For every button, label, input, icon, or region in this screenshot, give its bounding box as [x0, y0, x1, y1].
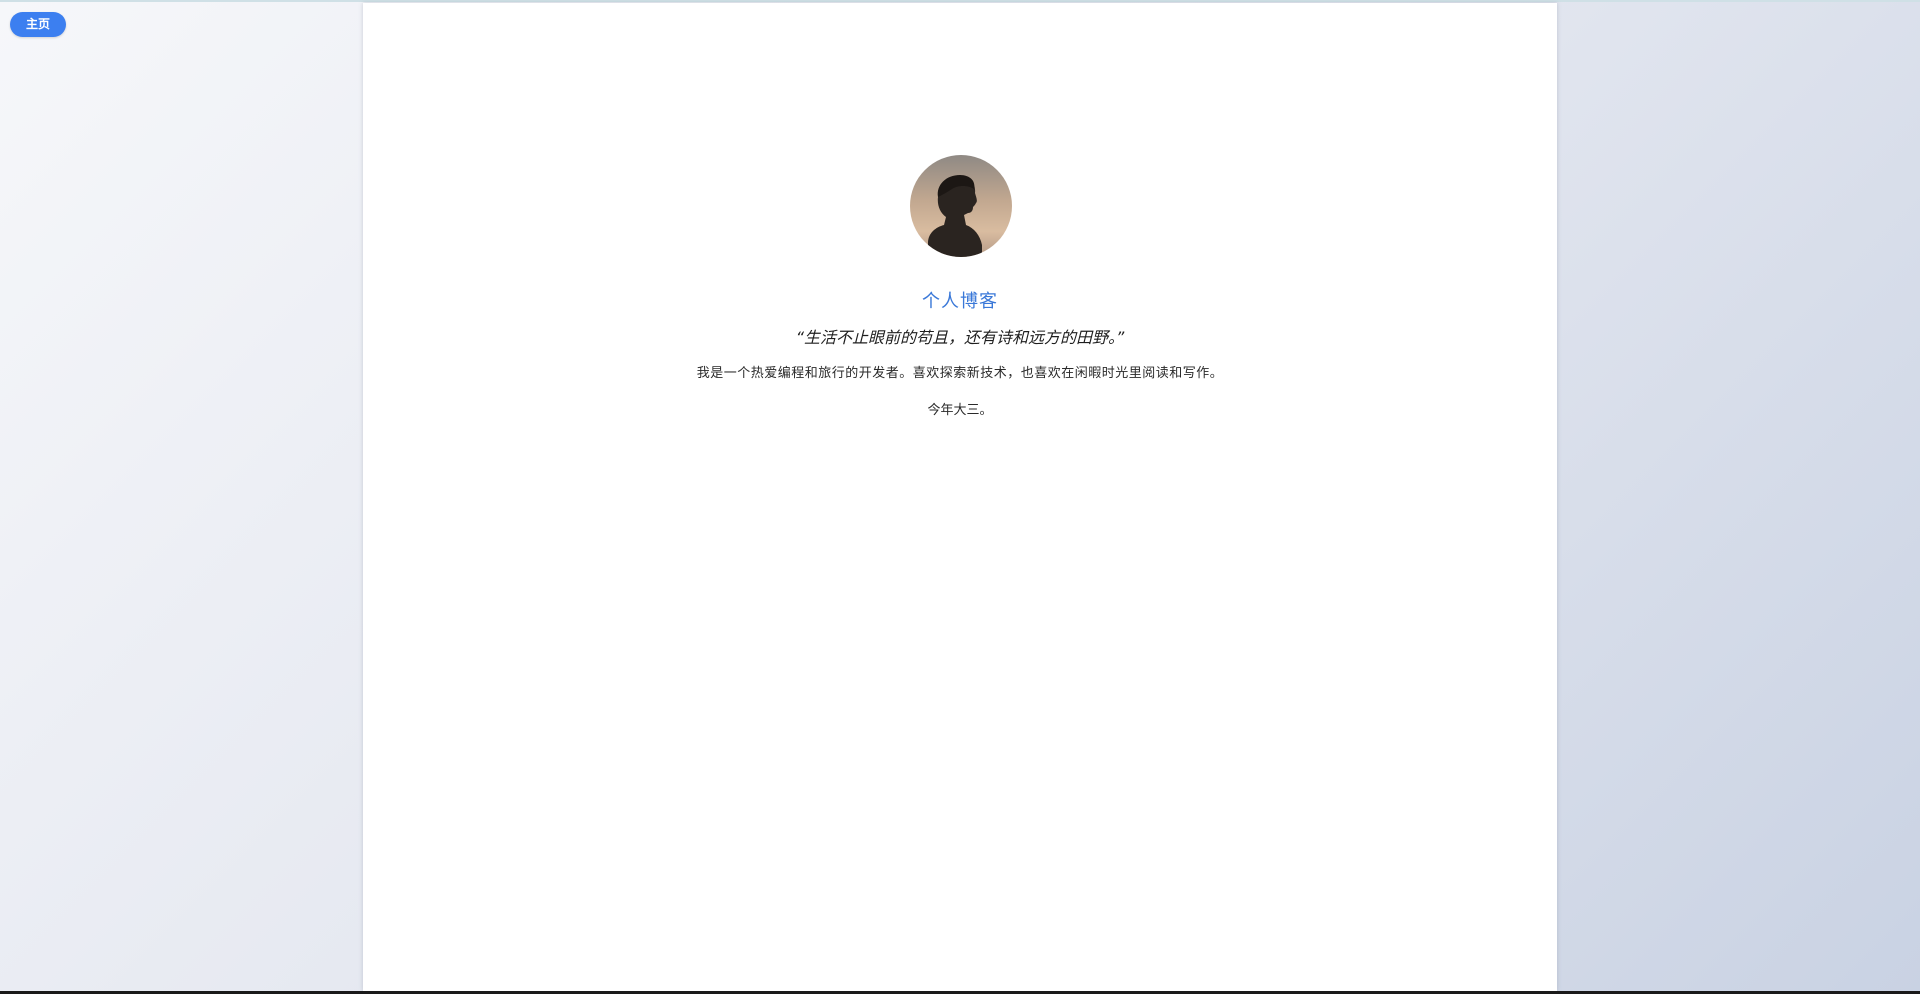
- blog-title: 个人博客: [922, 291, 998, 312]
- top-border: [0, 0, 1920, 2]
- profile-quote: “生活不止眼前的苟且，还有诗和远方的田野。”: [795, 328, 1125, 347]
- avatar-photo-icon: [910, 155, 1012, 257]
- avatar: [910, 155, 1012, 257]
- home-button[interactable]: 主页: [10, 12, 66, 37]
- profile-age: 今年大三。: [927, 403, 993, 418]
- content-card: 个人博客 “生活不止眼前的苟且，还有诗和远方的田野。” 我是一个热爱编程和旅行的…: [363, 3, 1557, 991]
- profile-intro: 我是一个热爱编程和旅行的开发者。喜欢探索新技术，也喜欢在闲暇时光里阅读和写作。: [696, 366, 1224, 381]
